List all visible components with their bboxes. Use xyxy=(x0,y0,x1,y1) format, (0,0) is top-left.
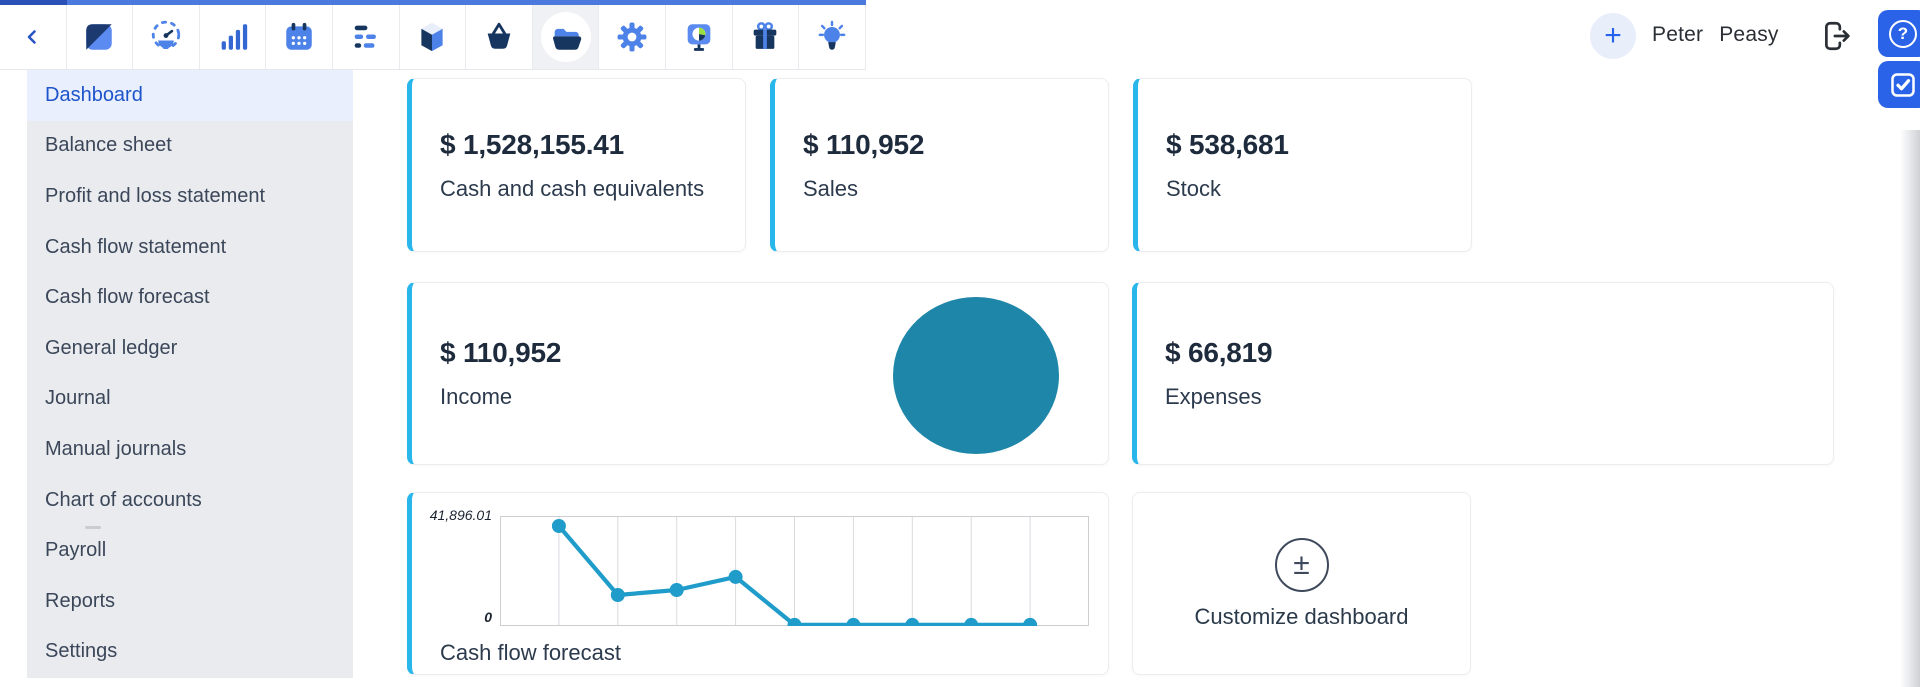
sidebar-item-settings[interactable]: Settings xyxy=(27,627,353,678)
presentation-icon xyxy=(687,24,711,51)
diary-icon xyxy=(86,24,113,50)
dashboard-gauge-icon xyxy=(151,20,181,50)
kpi-label: Stock xyxy=(1166,175,1222,201)
kpi-row-2: $ 110,952 Income $ 66,819 Expenses xyxy=(407,282,1834,465)
customize-dashboard-label: Customize dashboard xyxy=(1194,603,1409,629)
user-name[interactable]: Peter Peasy xyxy=(1652,0,1779,70)
app-tab-diary[interactable] xyxy=(67,5,134,69)
sidebar-item-cash-flow-statement[interactable]: Cash flow statement xyxy=(27,222,353,273)
bottom-row: 41,896.01 0 Cash flow forecast ± Customi… xyxy=(407,492,1471,675)
customize-dashboard-card[interactable]: ± Customize dashboard xyxy=(1132,492,1471,675)
app-tab-basket[interactable] xyxy=(466,5,533,69)
chart-title: Cash flow forecast xyxy=(440,640,621,665)
top-bar: + Peter Peasy xyxy=(0,0,1920,70)
app-tab-calendar[interactable] xyxy=(266,5,333,69)
app-tab-settings-gear[interactable] xyxy=(599,5,666,69)
sidebar-item-journal[interactable]: Journal xyxy=(27,374,353,425)
checkmark-icon xyxy=(1891,72,1915,97)
kpi-label: Sales xyxy=(803,175,859,201)
plus-minus-icon: ± xyxy=(1274,537,1329,592)
sidebar-item-cash-flow-forecast[interactable]: Cash flow forecast xyxy=(27,272,353,323)
kpi-label: Cash and cash equivalents xyxy=(440,175,705,201)
kpi-card-expenses[interactable]: $ 66,819 Expenses xyxy=(1132,282,1834,465)
back-button[interactable] xyxy=(0,5,67,69)
kpi-value: $ 538,681 xyxy=(1166,128,1289,160)
app-tab-planner[interactable] xyxy=(333,5,400,69)
kpi-value: $ 1,528,155.41 xyxy=(440,128,625,160)
chevron-left-icon xyxy=(27,30,36,44)
kpi-label: Expenses xyxy=(1165,384,1262,409)
help-button[interactable]: ? xyxy=(1878,10,1920,57)
inventory-book-icon xyxy=(421,22,443,52)
scrollbar[interactable] xyxy=(1900,130,1920,687)
app-tab-ideas-bulb[interactable] xyxy=(799,5,866,69)
income-pie-chart xyxy=(893,297,1059,454)
sidebar-item-general-ledger[interactable]: General ledger xyxy=(27,323,353,374)
app-tab-documents-folder[interactable] xyxy=(532,5,600,69)
kpi-row-1: $ 1,528,155.41 Cash and cash equivalents $… xyxy=(407,78,1472,252)
settings-gear-icon xyxy=(617,22,647,52)
app-tab-bar-chart[interactable] xyxy=(200,5,267,69)
sidebar-divider xyxy=(85,526,101,529)
kpi-value: $ 66,819 xyxy=(1165,337,1273,368)
rewards-gift-icon xyxy=(753,22,777,49)
kpi-card-stock[interactable]: $ 538,681 Stock xyxy=(1133,78,1472,252)
kpi-value: $ 110,952 xyxy=(803,128,925,160)
app-icon-toolbar xyxy=(0,5,866,70)
logout-icon[interactable] xyxy=(1820,19,1854,53)
kpi-card-cash-and-cash-equivalents[interactable]: $ 1,528,155.41 Cash and cash equivalents xyxy=(407,78,746,252)
bar-chart-icon xyxy=(221,24,247,50)
sidebar-item-profit-and-loss-statement[interactable]: Profit and loss statement xyxy=(27,171,353,222)
documents-folder-icon xyxy=(552,28,581,50)
calendar-icon xyxy=(286,22,312,50)
sidebar-item-dashboard[interactable]: Dashboard xyxy=(27,70,353,121)
sidebar-item-reports[interactable]: Reports xyxy=(27,576,353,627)
chart-y-axis-max-label: 41,896.01 xyxy=(429,507,492,523)
basket-icon xyxy=(487,22,511,49)
kpi-card-sales[interactable]: $ 110,952 Sales xyxy=(770,78,1109,252)
app-tab-presentation[interactable] xyxy=(666,5,733,69)
planner-icon xyxy=(354,25,376,48)
sidebar-item-payroll[interactable]: Payroll xyxy=(27,525,353,576)
sidebar-item-chart-of-accounts[interactable]: Chart of accounts xyxy=(27,475,353,526)
cash-flow-forecast-chart xyxy=(500,516,1089,626)
question-mark-icon: ? xyxy=(1889,19,1917,48)
sidebar: Dashboard Balance sheet Profit and loss st… xyxy=(27,70,353,678)
sidebar-item-balance-sheet[interactable]: Balance sheet xyxy=(27,121,353,172)
cash-flow-forecast-card[interactable]: 41,896.01 0 Cash flow forecast xyxy=(407,492,1109,675)
kpi-card-income[interactable]: $ 110,952 Income xyxy=(407,282,1109,465)
ideas-bulb-icon xyxy=(818,20,846,50)
add-button[interactable]: + xyxy=(1590,13,1636,59)
app-tab-dashboard-gauge[interactable] xyxy=(133,5,200,69)
app-tab-inventory-book[interactable] xyxy=(400,5,467,69)
chart-y-axis-min-label: 0 xyxy=(484,609,492,625)
tasks-button[interactable] xyxy=(1878,61,1920,108)
sidebar-item-manual-journals[interactable]: Manual journals xyxy=(27,424,353,475)
app-tab-rewards-gift[interactable] xyxy=(733,5,800,69)
